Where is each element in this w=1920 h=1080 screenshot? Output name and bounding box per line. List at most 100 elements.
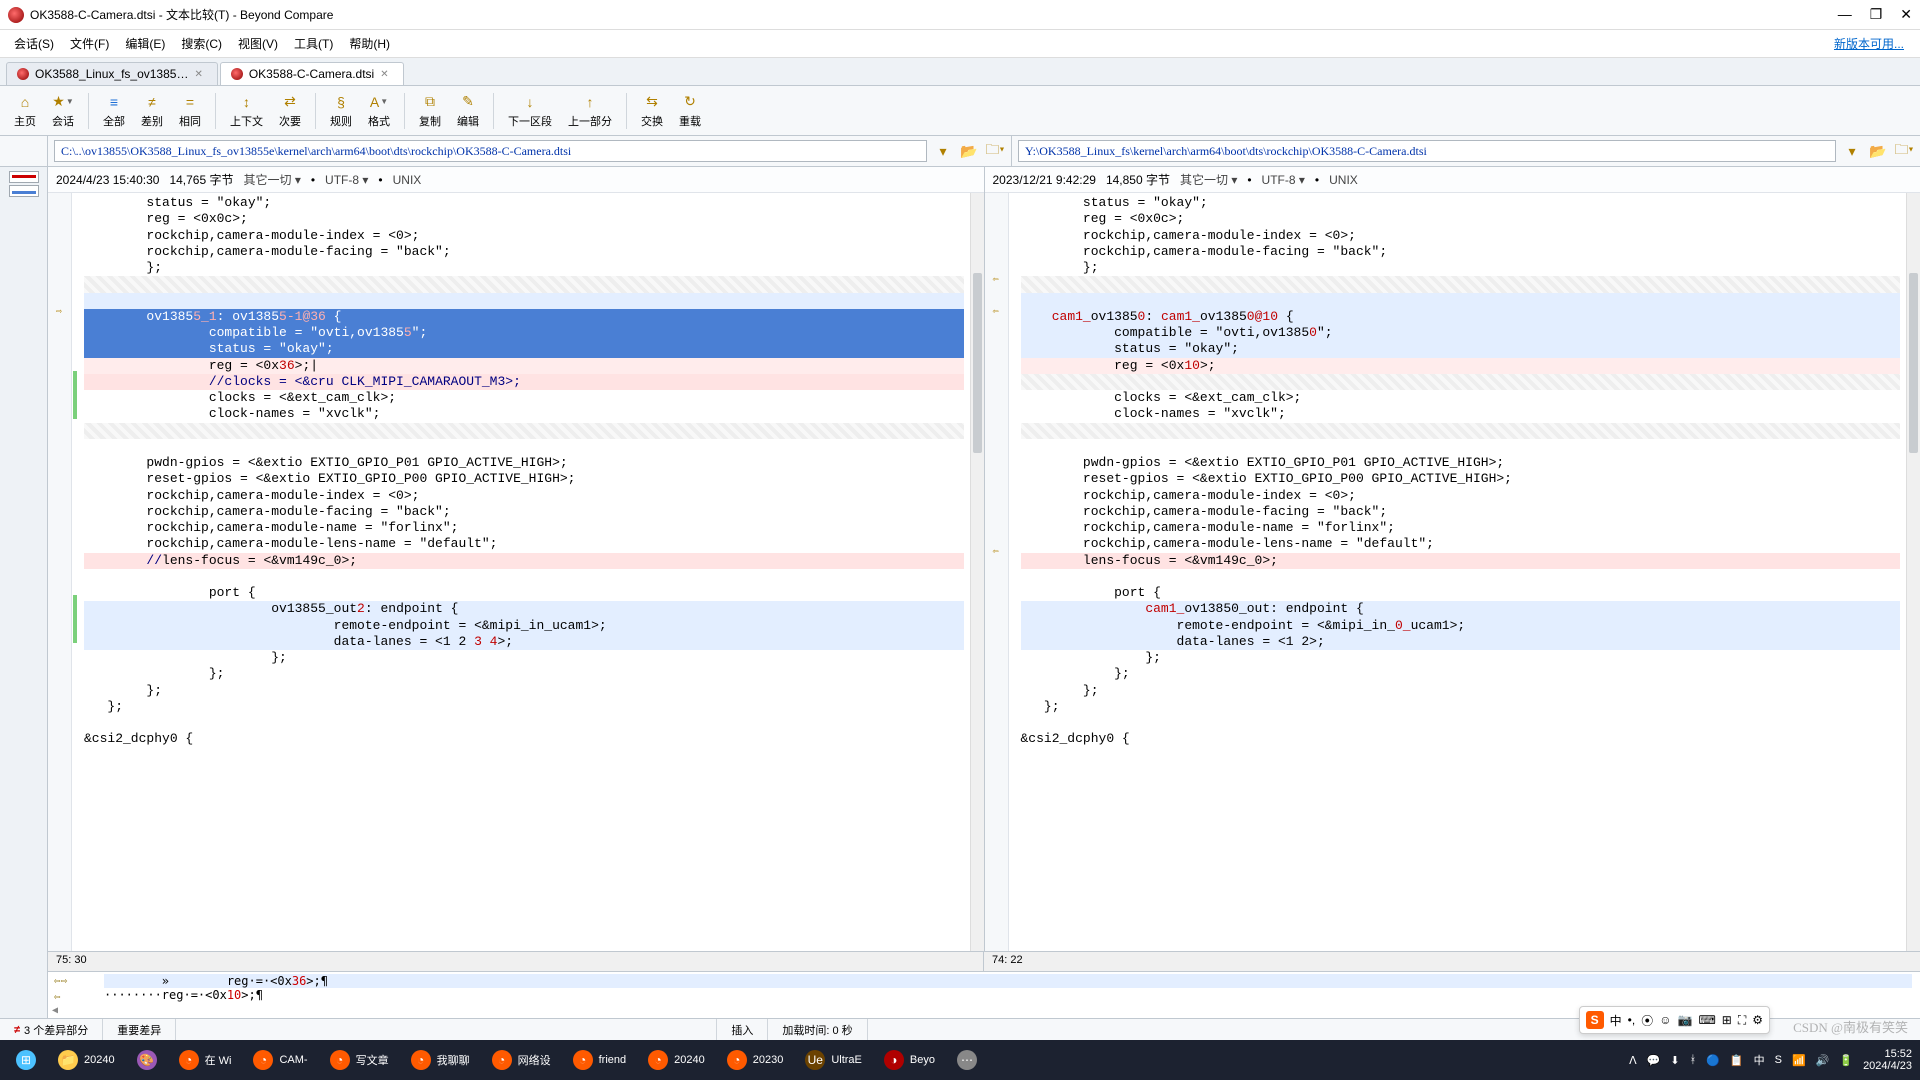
file-tab[interactable]: OK3588-C-Camera.dtsi✕ — [220, 62, 404, 85]
right-code-line[interactable] — [1021, 276, 1901, 292]
right-code-line[interactable]: rockchip,camera-module-name = "forlinx"; — [1021, 520, 1901, 536]
taskbar-item[interactable]: UeUltraE — [797, 1046, 870, 1074]
left-code-line[interactable]: rockchip,camera-module-facing = "back"; — [84, 504, 964, 520]
ime-item[interactable]: ⊞ — [1722, 1013, 1732, 1027]
left-code-line[interactable]: rockchip,camera-module-facing = "back"; — [84, 244, 964, 260]
right-code-line[interactable]: }; — [1021, 699, 1901, 715]
menu-item[interactable]: 工具(T) — [288, 33, 339, 54]
right-encoding[interactable]: UTF-8 ▾ — [1262, 173, 1305, 187]
left-code-line[interactable] — [84, 276, 964, 292]
left-code-line[interactable]: ov13855_1: ov13855-1@36 { — [84, 309, 964, 325]
taskbar-item[interactable]: ◔在 Wi — [171, 1046, 240, 1074]
right-code-line[interactable]: cam1_ov13850_out: endpoint { — [1021, 601, 1901, 617]
left-mode[interactable]: 其它一切 ▾ — [243, 171, 300, 188]
toolbar-复制[interactable]: ⧉复制 — [413, 91, 447, 131]
toolbar-规则[interactable]: §规则 — [324, 91, 358, 131]
right-scrollbar[interactable] — [1906, 193, 1920, 951]
left-code-line[interactable]: clocks = <&ext_cam_clk>; — [84, 390, 964, 406]
menu-item[interactable]: 会话(S) — [8, 33, 60, 54]
left-code-line[interactable]: ov13855_out2: endpoint { — [84, 601, 964, 617]
left-path-dropdown-icon[interactable]: ▾ — [933, 141, 953, 161]
left-code-line[interactable]: reg = <0x0c>; — [84, 211, 964, 227]
right-code-line[interactable] — [1021, 374, 1901, 390]
minimize-button[interactable]: — — [1838, 6, 1852, 23]
taskbar-item[interactable]: ◔20230 — [719, 1046, 792, 1074]
left-code-line[interactable]: clock-names = "xvclk"; — [84, 406, 964, 422]
right-code-line[interactable] — [1021, 569, 1901, 585]
menu-item[interactable]: 编辑(E) — [119, 33, 171, 54]
tray-icon[interactable]: 📋 — [1730, 1054, 1744, 1067]
left-code-line[interactable]: reg = <0x36>;| — [84, 358, 964, 374]
toolbar-交换[interactable]: ⇆交换 — [635, 91, 669, 131]
ime-item[interactable]: ☺ — [1659, 1013, 1671, 1027]
ime-item[interactable]: ⛶ — [1738, 1013, 1746, 1028]
left-code-line[interactable] — [84, 293, 964, 309]
taskbar-item[interactable]: ◔CAM- — [245, 1046, 315, 1074]
left-code-line[interactable]: &csi2_dcphy0 { — [84, 731, 964, 747]
ime-item[interactable]: ⌨ — [1698, 1013, 1715, 1027]
right-code-line[interactable]: rockchip,camera-module-facing = "back"; — [1021, 504, 1901, 520]
left-scrollbar[interactable] — [970, 193, 984, 951]
right-browse-icon[interactable]: 🗀▾ — [1894, 141, 1914, 161]
tray-icon[interactable]: ᚼ — [1690, 1054, 1697, 1066]
toolbar-上下文[interactable]: ↕上下文 — [224, 91, 269, 131]
close-icon[interactable]: ✕ — [194, 69, 202, 80]
right-code-line[interactable]: }; — [1021, 666, 1901, 682]
left-code-line[interactable]: status = "okay"; — [84, 341, 964, 357]
menu-item[interactable]: 帮助(H) — [343, 33, 396, 54]
menu-item[interactable]: 文件(F) — [64, 33, 115, 54]
tray-icon[interactable]: 中 — [1754, 1052, 1765, 1068]
left-open-icon[interactable]: 📂 — [959, 141, 979, 161]
menu-item[interactable]: 搜索(C) — [175, 33, 228, 54]
left-code-line[interactable]: pwdn-gpios = <&extio EXTIO_GPIO_P01 GPIO… — [84, 455, 964, 471]
right-code-line[interactable]: status = "okay"; — [1021, 195, 1901, 211]
left-code-line[interactable]: reset-gpios = <&extio EXTIO_GPIO_P00 GPI… — [84, 471, 964, 487]
right-code-line[interactable]: reg = <0x10>; — [1021, 358, 1901, 374]
tray-icon[interactable]: ᐱ — [1629, 1054, 1637, 1067]
overview-gutter[interactable] — [0, 167, 48, 1018]
file-tab[interactable]: OK3588_Linux_fs_ov1385…✕ — [6, 62, 218, 85]
right-code-line[interactable]: rockchip,camera-module-index = <0>; — [1021, 488, 1901, 504]
right-code-line[interactable]: status = "okay"; — [1021, 341, 1901, 357]
toolbar-重载[interactable]: ↻重载 — [673, 91, 707, 131]
left-code-line[interactable]: }; — [84, 683, 964, 699]
toolbar-编辑[interactable]: ✎编辑 — [451, 91, 485, 131]
taskbar-item[interactable]: 🎨 — [129, 1046, 165, 1074]
toolbar-次要[interactable]: ⇄次要 — [273, 91, 307, 131]
left-code[interactable]: status = "okay"; reg = <0x0c>; rockchip,… — [48, 193, 984, 951]
left-code-line[interactable]: remote-endpoint = <&mipi_in_ucam1>; — [84, 618, 964, 634]
ime-item[interactable]: 中 — [1610, 1012, 1622, 1029]
tray-icon[interactable]: 🔊 — [1816, 1054, 1830, 1067]
right-code-line[interactable]: cam1_ov13850: cam1_ov13850@10 { — [1021, 309, 1901, 325]
right-code-line[interactable]: reset-gpios = <&extio EXTIO_GPIO_P00 GPI… — [1021, 471, 1901, 487]
toolbar-差别[interactable]: ≠差别 — [135, 91, 169, 131]
update-link[interactable]: 新版本可用... — [1834, 35, 1912, 52]
left-code-line[interactable]: rockchip,camera-module-lens-name = "defa… — [84, 536, 964, 552]
right-code-line[interactable]: }; — [1021, 260, 1901, 276]
right-code-line[interactable]: }; — [1021, 650, 1901, 666]
toolbar-格式[interactable]: A▼格式 — [362, 91, 396, 131]
right-code[interactable]: status = "okay"; reg = <0x0c>; rockchip,… — [985, 193, 1920, 951]
right-code-line[interactable]: }; — [1021, 683, 1901, 699]
right-path-input[interactable] — [1018, 140, 1836, 162]
taskbar-item[interactable]: ◔我聊聊 — [403, 1046, 478, 1074]
right-open-icon[interactable]: 📂 — [1868, 141, 1888, 161]
left-code-line[interactable]: }; — [84, 699, 964, 715]
left-code-line[interactable]: }; — [84, 650, 964, 666]
ime-item[interactable]: ⚙ — [1752, 1013, 1763, 1027]
right-code-line[interactable] — [1021, 423, 1901, 439]
maximize-button[interactable]: ❐ — [1870, 6, 1883, 23]
right-code-line[interactable]: compatible = "ovti,ov13850"; — [1021, 325, 1901, 341]
menu-item[interactable]: 视图(V) — [232, 33, 284, 54]
tray-icon[interactable]: 💬 — [1647, 1054, 1661, 1067]
tray-icon[interactable]: 📶 — [1792, 1054, 1806, 1067]
right-code-line[interactable]: clocks = <&ext_cam_clk>; — [1021, 390, 1901, 406]
right-code-line[interactable]: reg = <0x0c>; — [1021, 211, 1901, 227]
left-code-line[interactable]: status = "okay"; — [84, 195, 964, 211]
tray-icon[interactable]: 🔵 — [1706, 1054, 1720, 1067]
left-code-line[interactable]: rockchip,camera-module-index = <0>; — [84, 228, 964, 244]
taskbar-item[interactable]: ◔写文章 — [322, 1046, 397, 1074]
left-code-line[interactable] — [84, 569, 964, 585]
ime-item[interactable]: •, — [1628, 1013, 1636, 1027]
right-mode[interactable]: 其它一切 ▾ — [1180, 171, 1237, 188]
